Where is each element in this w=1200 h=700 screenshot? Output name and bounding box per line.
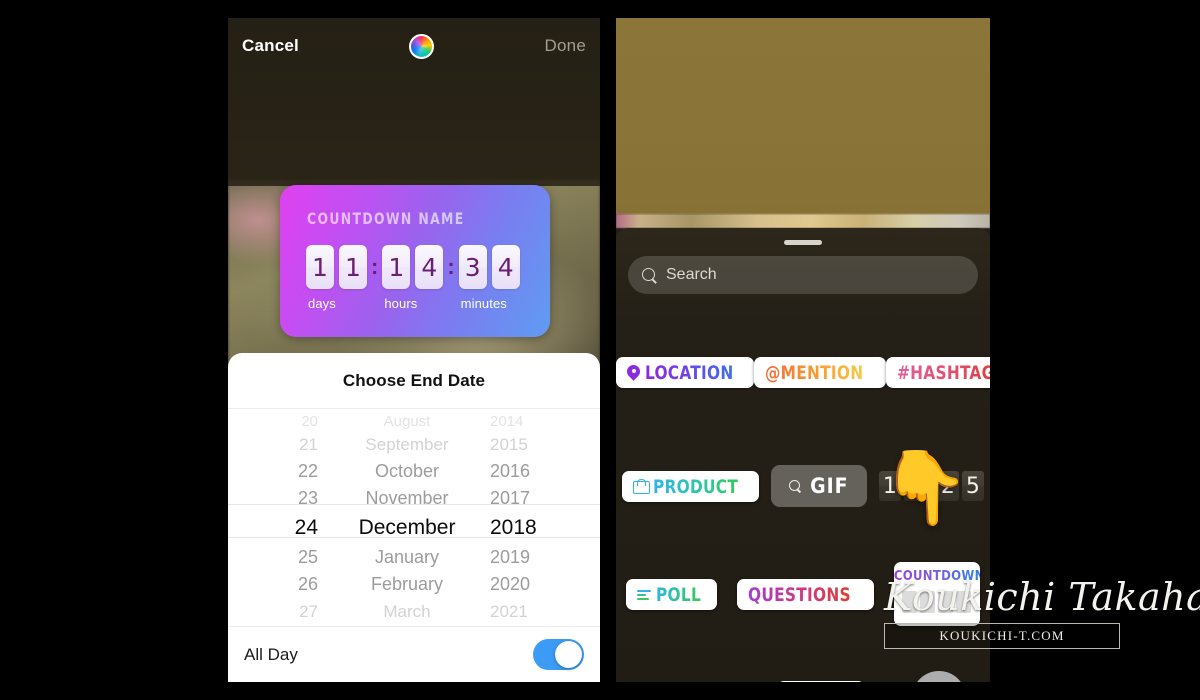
picker-option[interactable]: 2019 <box>490 544 530 571</box>
countdown-digit: 4 <box>415 245 444 289</box>
search-icon <box>642 267 657 283</box>
sticker-label: GIF <box>810 474 849 498</box>
sticker-label: QUESTIONS <box>748 583 852 606</box>
watermark-script-text: Koukichi Takahashi <box>884 575 1200 619</box>
date-picker-day-column[interactable]: 20 21 22 23 24 25 26 27 28 <box>228 413 332 621</box>
sticker-label: #HASHTAG <box>897 362 990 384</box>
countdown-days-group: 1 1 days <box>306 245 367 311</box>
pointing-hand-cursor: 👇 <box>880 448 970 528</box>
sticker-row-1: LOCATION @MENTION #HASHTAG <box>616 352 990 392</box>
countdown-digit: 1 <box>306 245 334 289</box>
countdown-minutes-tiles: 3 4 <box>458 245 520 289</box>
countdown-hours-group: 1 4 hours <box>382 245 444 311</box>
picker-option[interactable]: November <box>365 485 448 512</box>
choose-end-date-sheet: Choose End Date 20 21 22 23 24 25 26 27 … <box>228 353 600 682</box>
countdown-separator: : <box>371 254 379 279</box>
done-button[interactable]: Done <box>545 36 586 56</box>
editor-topbar: Cancel Done <box>228 18 600 74</box>
picker-option[interactable]: January <box>375 544 439 571</box>
sticker-gif[interactable]: GIF <box>771 465 867 507</box>
countdown-separator: : <box>447 254 455 279</box>
picker-option-selected[interactable]: 24 <box>295 512 318 544</box>
date-picker-year-column[interactable]: 2014 2015 2016 2017 2018 2019 2020 2021 … <box>482 413 600 621</box>
shopping-bag-icon <box>633 479 651 494</box>
countdown-unit-hours: hours <box>384 296 418 311</box>
watermark-site-text: KOUKICHI-T.COM <box>884 623 1120 649</box>
picker-option[interactable]: 23 <box>298 485 318 512</box>
color-wheel-icon[interactable] <box>409 33 435 59</box>
story-photo-right <box>616 18 990 214</box>
picker-option[interactable]: 2021 <box>490 598 528 621</box>
sticker-label: PRODUCT <box>653 475 739 498</box>
picker-option[interactable]: 27 <box>299 598 318 621</box>
picker-option[interactable]: February <box>371 571 443 598</box>
poll-bars-icon <box>637 589 652 601</box>
countdown-digit: 4 <box>491 245 520 289</box>
picker-option[interactable]: 20 <box>301 413 318 431</box>
search-input[interactable]: Search <box>628 256 978 294</box>
picker-option[interactable]: 2015 <box>490 431 528 458</box>
sticker-hashtag[interactable]: #HASHTAG <box>885 356 990 388</box>
sticker-label: POLL <box>656 583 702 606</box>
drag-handle-icon[interactable] <box>784 240 822 245</box>
picker-option[interactable]: October <box>375 458 439 485</box>
picker-option[interactable]: 25 <box>298 544 318 571</box>
cancel-button[interactable]: Cancel <box>242 36 299 56</box>
picker-option[interactable]: 26 <box>298 571 318 598</box>
screenshot-stage: Cancel Done COUNTDOWN NAME 1 1 days : 1 <box>0 0 1200 700</box>
picker-option[interactable]: September <box>365 431 448 458</box>
picker-option[interactable]: August <box>384 413 431 431</box>
picker-option[interactable]: 21 <box>299 431 318 458</box>
sticker-label: LOCATION <box>645 361 734 384</box>
picker-option-selected[interactable]: 2018 <box>490 512 537 544</box>
watermark: Koukichi Takahashi KOUKICHI-T.COM <box>884 575 1200 649</box>
picker-option[interactable]: 2020 <box>490 571 530 598</box>
story-photo-strip <box>616 214 990 228</box>
sticker-product[interactable]: PRODUCT <box>622 470 759 502</box>
countdown-unit-minutes: minutes <box>460 296 507 311</box>
sticker-label: @MENTION <box>765 361 864 384</box>
countdown-digit: 1 <box>382 245 411 289</box>
countdown-digit: 3 <box>458 245 487 289</box>
picker-option[interactable]: 2016 <box>490 458 530 485</box>
all-day-toggle[interactable] <box>533 639 584 670</box>
left-phone-panel: Cancel Done COUNTDOWN NAME 1 1 days : 1 <box>228 18 600 682</box>
search-placeholder: Search <box>666 266 717 283</box>
picker-option[interactable]: March <box>383 598 430 621</box>
countdown-digit: 1 <box>339 245 367 289</box>
picker-option[interactable]: 2014 <box>490 413 523 431</box>
sticker-quiz[interactable] <box>912 671 967 682</box>
toggle-knob <box>555 641 582 668</box>
countdown-minutes-group: 3 4 minutes <box>458 245 520 311</box>
countdown-hours-tiles: 1 4 <box>382 245 444 289</box>
sticker-row-4: MUSIC <box>616 668 990 682</box>
picker-option[interactable]: 2017 <box>490 485 530 512</box>
date-picker[interactable]: 20 21 22 23 24 25 26 27 28 August Septem… <box>228 409 600 621</box>
picker-option-selected[interactable]: December <box>359 512 456 544</box>
sticker-location[interactable]: LOCATION <box>616 356 755 388</box>
countdown-days-tiles: 1 1 <box>306 245 367 289</box>
date-picker-month-column[interactable]: August September October November Decemb… <box>332 413 482 621</box>
sticker-questions[interactable]: QUESTIONS <box>737 578 874 610</box>
countdown-sticker[interactable]: COUNTDOWN NAME 1 1 days : 1 4 hours: 3 … <box>280 185 550 337</box>
sticker-poll[interactable]: POLL <box>626 578 718 610</box>
countdown-clock: 1 1 days : 1 4 hours : 3 4 minutes <box>306 245 520 311</box>
all-day-label: All Day <box>244 644 298 664</box>
sticker-music[interactable]: MUSIC <box>776 681 866 682</box>
search-icon <box>789 479 802 493</box>
picker-option[interactable]: 22 <box>298 458 318 485</box>
all-day-row: All Day <box>228 626 600 682</box>
location-pin-icon <box>627 365 640 380</box>
countdown-unit-days: days <box>308 296 336 311</box>
sticker-mention[interactable]: @MENTION <box>754 356 886 388</box>
countdown-name-field[interactable]: COUNTDOWN NAME <box>307 209 465 228</box>
page-title: Choose End Date <box>228 353 600 409</box>
